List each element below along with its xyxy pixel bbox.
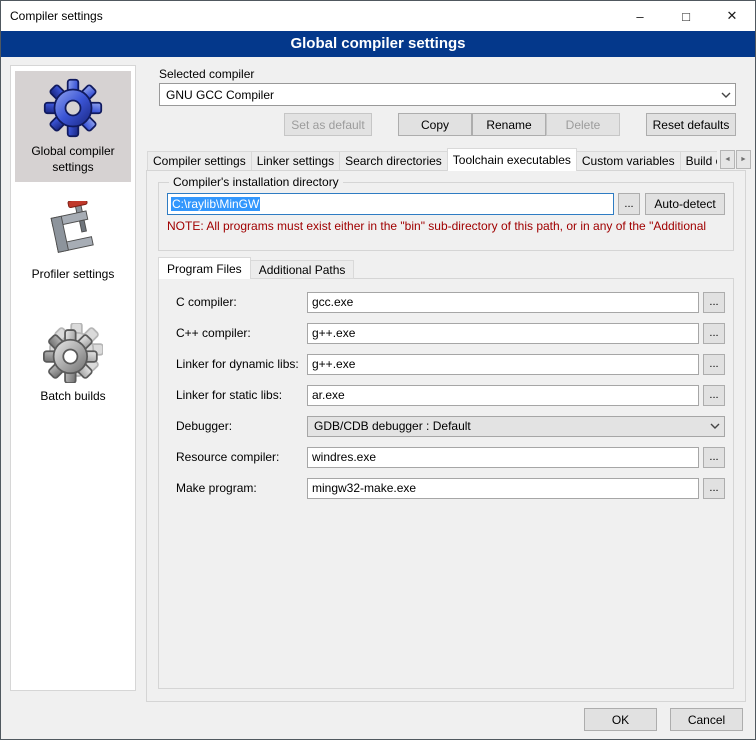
tab-build-options[interactable]: Build options (680, 151, 717, 171)
sidebar-item-batch-builds[interactable]: Batch builds (15, 316, 131, 412)
sidebar-item-label: Global compiler settings (17, 144, 129, 175)
tab-compiler-settings[interactable]: Compiler settings (147, 151, 252, 171)
settings-category-list: Global compiler settings Profiler settin… (10, 65, 136, 691)
linker-dynamic-input[interactable] (307, 354, 699, 375)
make-program-input[interactable] (307, 478, 699, 499)
linker-static-input[interactable] (307, 385, 699, 406)
directory-note: NOTE: All programs must exist either in … (167, 219, 725, 233)
tab-scroll-right-button[interactable]: ► (736, 150, 751, 169)
toolchain-executables-panel: Compiler's installation directory C:\ray… (146, 170, 746, 702)
subtab-program-files[interactable]: Program Files (158, 257, 251, 279)
field-label: Make program: (176, 481, 307, 495)
window-title: Compiler settings (1, 9, 103, 23)
installation-directory-group: Compiler's installation directory C:\ray… (158, 175, 734, 251)
tab-toolchain-executables[interactable]: Toolchain executables (447, 148, 577, 171)
browse-resource-compiler-button[interactable]: ... (703, 447, 725, 468)
cancel-button[interactable]: Cancel (670, 708, 743, 731)
field-row-cpp-compiler: C++ compiler: ... (176, 322, 725, 344)
compiler-actions: Set as default Copy Rename Delete Reset … (159, 113, 736, 136)
sidebar-item-label: Profiler settings (17, 267, 129, 283)
tab-custom-variables[interactable]: Custom variables (576, 151, 681, 171)
browse-make-program-button[interactable]: ... (703, 478, 725, 499)
field-row-linker-static: Linker for static libs: ... (176, 384, 725, 406)
title-bar: Compiler settings – □ ✕ (1, 1, 755, 31)
gear-icon (43, 78, 103, 138)
dialog-footer: OK Cancel (584, 708, 743, 731)
browse-directory-button[interactable]: ... (618, 193, 640, 215)
compiler-settings-dialog: Compiler settings – □ ✕ Global compiler … (0, 0, 756, 740)
close-icon: ✕ (727, 8, 738, 24)
copy-button[interactable]: Copy (398, 113, 472, 136)
chevron-down-icon (706, 423, 724, 429)
batch-builds-gear-icon (43, 323, 103, 383)
field-label: Resource compiler: (176, 450, 307, 464)
chevron-down-icon (717, 92, 735, 98)
browse-linker-dynamic-button[interactable]: ... (703, 354, 725, 375)
field-row-make-program: Make program: ... (176, 477, 725, 499)
resource-compiler-input[interactable] (307, 447, 699, 468)
installation-directory-group-title: Compiler's installation directory (169, 175, 343, 189)
sidebar-item-profiler-settings[interactable]: Profiler settings (15, 194, 131, 290)
browse-c-compiler-button[interactable]: ... (703, 292, 725, 313)
selected-compiler-label: Selected compiler (159, 67, 254, 81)
tab-search-directories[interactable]: Search directories (339, 151, 448, 171)
installation-directory-value: C:\raylib\MinGW (171, 197, 260, 211)
page-title: Global compiler settings (1, 31, 755, 57)
debugger-select-value: GDB/CDB debugger : Default (308, 419, 706, 433)
tab-scroll-left-button[interactable]: ◄ (720, 150, 735, 169)
settings-tab-strip: Compiler settings Linker settings Search… (147, 148, 717, 171)
browse-cpp-compiler-button[interactable]: ... (703, 323, 725, 344)
cpp-compiler-input[interactable] (307, 323, 699, 344)
field-label: Linker for dynamic libs: (176, 357, 307, 371)
window-controls: – □ ✕ (617, 1, 755, 31)
tab-linker-settings[interactable]: Linker settings (251, 151, 340, 171)
maximize-icon: □ (682, 9, 690, 24)
field-label: Linker for static libs: (176, 388, 307, 402)
auto-detect-button[interactable]: Auto-detect (645, 193, 725, 215)
field-row-debugger: Debugger: GDB/CDB debugger : Default (176, 415, 725, 437)
compiler-select[interactable]: GNU GCC Compiler (159, 83, 736, 106)
field-label: C compiler: (176, 295, 307, 309)
field-row-linker-dynamic: Linker for dynamic libs: ... (176, 353, 725, 375)
delete-button[interactable]: Delete (546, 113, 620, 136)
sidebar-item-global-compiler-settings[interactable]: Global compiler settings (15, 71, 131, 182)
field-row-c-compiler: C compiler: ... (176, 291, 725, 313)
field-label: Debugger: (176, 419, 307, 433)
installation-directory-input[interactable]: C:\raylib\MinGW (167, 193, 614, 215)
arrow-left-icon: ◄ (724, 156, 731, 163)
minimize-icon: – (636, 9, 643, 24)
tab-scroll-buttons: ◄ ► (720, 150, 751, 169)
rename-button[interactable]: Rename (472, 113, 546, 136)
program-files-panel: C compiler: ... C++ compiler: ... Linker… (158, 278, 734, 689)
set-as-default-button[interactable]: Set as default (284, 113, 372, 136)
program-files-tab-strip: Program Files Additional Paths (158, 257, 353, 279)
field-label: C++ compiler: (176, 326, 307, 340)
ok-button[interactable]: OK (584, 708, 657, 731)
field-row-resource-compiler: Resource compiler: ... (176, 446, 725, 468)
maximize-button[interactable]: □ (663, 1, 709, 31)
profiler-clamp-icon (43, 201, 103, 261)
installation-directory-row: C:\raylib\MinGW ... Auto-detect (167, 193, 725, 215)
arrow-right-icon: ► (740, 156, 747, 163)
compiler-select-value: GNU GCC Compiler (160, 88, 717, 102)
c-compiler-input[interactable] (307, 292, 699, 313)
sidebar-item-label: Batch builds (17, 389, 129, 405)
subtab-additional-paths[interactable]: Additional Paths (250, 260, 355, 279)
minimize-button[interactable]: – (617, 1, 663, 31)
reset-defaults-button[interactable]: Reset defaults (646, 113, 736, 136)
close-button[interactable]: ✕ (709, 1, 755, 31)
debugger-select[interactable]: GDB/CDB debugger : Default (307, 416, 725, 437)
browse-linker-static-button[interactable]: ... (703, 385, 725, 406)
